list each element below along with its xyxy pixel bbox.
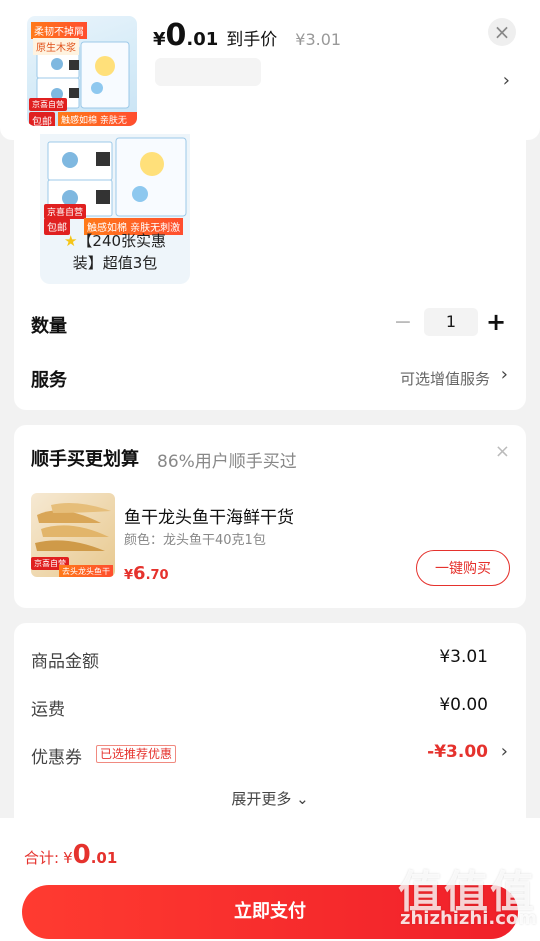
addon-card: 顺手买更划算 86%用户顺手买过 × 京喜自营 去头龙头鱼干 鱼干龙头鱼干海鲜干…: [14, 425, 526, 608]
addon-product-image[interactable]: 京喜自营 去头龙头鱼干: [31, 493, 115, 577]
coupon-value[interactable]: -¥3.00: [427, 742, 488, 762]
quantity-stepper: − 1 +: [388, 308, 508, 336]
product-thumbnail: 柔韧不掉屑 原生木浆 京喜自营 包邮 触感如棉 亲肤无刺激: [27, 16, 137, 126]
shipping-value: ¥0.00: [439, 695, 488, 715]
total-amount: 合计: ¥ 0 .01: [24, 840, 117, 870]
addon-product-price: ¥6.70: [124, 563, 169, 584]
shipping-label: 运费: [31, 700, 65, 720]
thumb-badge-bottom: 触感如棉 亲肤无刺激: [58, 112, 137, 126]
thumb-badge-left2: 包邮: [29, 112, 55, 126]
star-icon: ★: [63, 232, 78, 250]
close-button[interactable]: ×: [488, 18, 516, 46]
addon-img-caption: 去头龙头鱼干: [59, 565, 113, 577]
decrease-button[interactable]: −: [388, 310, 418, 335]
price-integer: 0: [165, 18, 187, 53]
quantity-label: 数量: [31, 316, 67, 337]
coupon-label: 优惠券: [31, 748, 82, 768]
order-summary-card: 商品金额 ¥3.01 运费 ¥0.00 优惠券 已选推荐优惠 -¥3.00 › …: [14, 623, 526, 833]
service-hint[interactable]: 可选增值服务: [400, 368, 490, 389]
addon-product-spec: 颜色：龙头鱼干40克1包: [124, 533, 266, 548]
thumb-badge-top: 柔韧不掉屑: [31, 22, 87, 39]
price-tag: 到手价: [226, 30, 278, 50]
addon-price-int: 6: [133, 563, 146, 584]
increase-button[interactable]: +: [484, 308, 508, 336]
total-symbol: ¥: [63, 849, 73, 867]
sku-label: ★【240张实惠 装】超值3包: [40, 230, 190, 274]
product-header: 柔韧不掉屑 原生木浆 京喜自营 包邮 触感如棉 亲肤无刺激 ¥ 0 .01 到手…: [0, 0, 540, 140]
addon-product-name[interactable]: 鱼干龙头鱼干海鲜干货: [124, 503, 294, 528]
addon-price-dec: .70: [145, 568, 169, 583]
original-price: ¥3.01: [295, 30, 342, 49]
total-decimal: .01: [90, 849, 118, 867]
close-icon[interactable]: ×: [495, 441, 510, 462]
thumb-badge-left: 京喜自营: [29, 98, 67, 111]
sku-label-line2: 装】超值3包: [72, 254, 158, 272]
thumb-badge-top2: 原生木浆: [33, 38, 79, 55]
chevron-right-icon[interactable]: ›: [503, 70, 510, 91]
goods-amount-value: ¥3.01: [439, 647, 488, 667]
sku-card: 京喜自营 包邮 触感如棉 亲肤无刺激 ★【240张实惠 装】超值3包 数量 − …: [14, 134, 526, 410]
expand-more-button[interactable]: 展开更多 ⌄: [14, 788, 526, 809]
total-integer: 0: [72, 840, 91, 870]
price-decimal: .01: [186, 29, 219, 50]
sku-label-line1: 【240张实惠: [77, 232, 167, 250]
chevron-right-icon[interactable]: ›: [501, 364, 508, 385]
quantity-input[interactable]: 1: [424, 308, 478, 336]
total-label: 合计:: [24, 849, 60, 867]
service-label: 服务: [31, 370, 67, 391]
addon-title: 顺手买更划算: [31, 449, 139, 470]
watermark-url: zhizhizhi.com: [400, 908, 538, 929]
addon-price-symbol: ¥: [124, 568, 134, 583]
one-click-buy-button[interactable]: 一键购买: [416, 550, 510, 586]
sku-option[interactable]: 京喜自营 包邮 触感如棉 亲肤无刺激 ★【240张实惠 装】超值3包: [40, 134, 190, 284]
final-price: ¥ 0 .01 到手价 ¥3.01: [153, 18, 341, 53]
goods-amount-label: 商品金额: [31, 652, 99, 672]
selected-spec-placeholder[interactable]: [155, 58, 261, 86]
sku-badge-left: 京喜自营: [44, 204, 87, 219]
addon-subtitle: 86%用户顺手买过: [157, 452, 297, 472]
chevron-right-icon[interactable]: ›: [501, 741, 508, 762]
coupon-tag: 已选推荐优惠: [96, 745, 177, 763]
price-symbol: ¥: [153, 29, 166, 50]
